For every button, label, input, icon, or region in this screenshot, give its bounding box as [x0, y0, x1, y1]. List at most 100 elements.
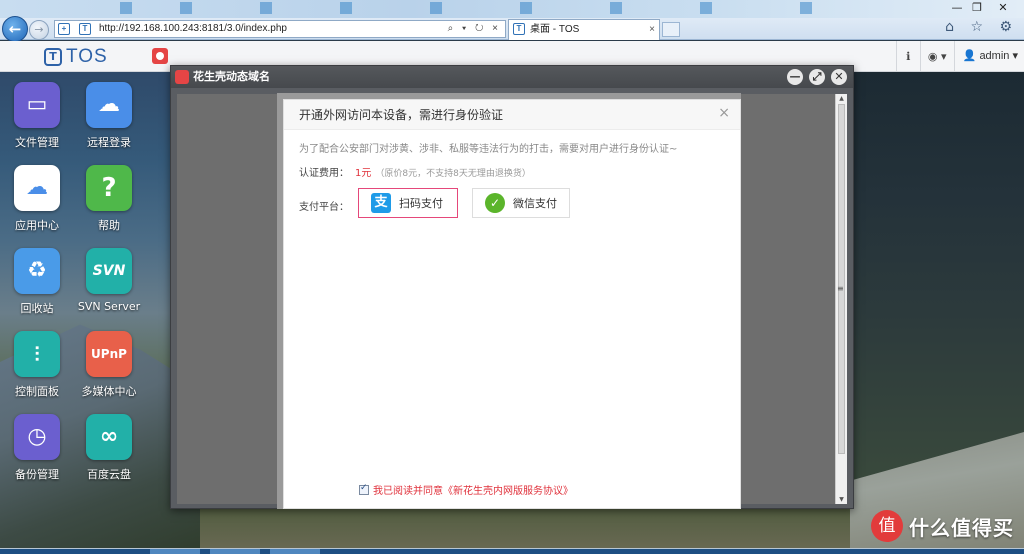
taskbar-app-icon[interactable]: [152, 48, 168, 64]
new-tab-button[interactable]: [662, 22, 680, 37]
desktop-icon-control-panel[interactable]: ⫶ 控制面板: [5, 331, 69, 399]
dialog-header: 开通外网访问本设备，需进行身份验证 ×: [284, 100, 740, 130]
decor-tile: [260, 2, 272, 14]
forward-button[interactable]: →: [29, 20, 49, 40]
desktop-icon-media-center[interactable]: UPnP 多媒体中心: [77, 331, 141, 399]
watermark: 什么值得买: [871, 510, 1014, 542]
url-text[interactable]: http://192.168.100.243:8181/3.0/index.ph…: [99, 21, 287, 37]
desktop-icon-baidu-cloud[interactable]: ∞ 百度云盘: [77, 414, 141, 482]
cloud-icon: ☁: [86, 82, 132, 128]
desktop-icon-recycle-bin[interactable]: ♻ 回收站: [5, 248, 69, 316]
desktop-icon-svn-server[interactable]: SVN SVN Server: [77, 248, 141, 313]
desktop-icon-label: 多媒体中心: [81, 385, 137, 398]
app-window-titlebar[interactable]: 花生壳动态域名 — ⤢ ✕: [171, 66, 853, 88]
monitor-icon: ▭: [14, 82, 60, 128]
agreement-row[interactable]: 我已阅读并同意《新花生壳内网版服务协议》: [359, 482, 573, 497]
alipay-icon: 支: [371, 193, 391, 213]
peanuthull-app-icon: [175, 70, 189, 84]
tos-logo-icon: T: [44, 48, 62, 66]
verification-dialog: 开通外网访问本设备，需进行身份验证 × 为了配合公安部门对涉黄、涉非、私服等违法…: [283, 99, 741, 509]
tos-logo[interactable]: T TOS: [44, 46, 108, 68]
tab-close-icon[interactable]: ×: [649, 20, 655, 39]
tab-desktop[interactable]: T 桌面 - TOS ×: [508, 19, 660, 40]
tab-favicon-icon: T: [513, 23, 525, 35]
desktop-icon-label: 百度云盘: [87, 468, 131, 481]
browser-toolbar-icons[interactable]: ⌂ ☆ ⚙: [945, 19, 1018, 35]
scan-pay-button[interactable]: 支 扫码支付: [358, 188, 458, 218]
url-actions-icon[interactable]: ⌕ ▾ ↻ ×: [448, 21, 501, 37]
language-globe-icon[interactable]: ◉ ▾: [919, 41, 954, 72]
desktop-icon-backup[interactable]: ◷ 备份管理: [5, 414, 69, 482]
user-icon: 👤: [962, 50, 977, 62]
fee-row: 认证费用： 1元 （原价8元，不支持8天无理由退换货）: [299, 164, 531, 179]
info-icon[interactable]: ℹ: [895, 41, 920, 72]
scrollbar-thumb[interactable]: [838, 104, 845, 454]
taskbar-item[interactable]: [270, 549, 320, 554]
desktop-icon-remote-login[interactable]: ☁ 远程登录: [77, 82, 141, 150]
help-icon: ?: [86, 165, 132, 211]
address-row: ← → + T http://192.168.100.243:8181/3.0/…: [0, 16, 1024, 42]
clock-icon: ◷: [14, 414, 60, 460]
chevron-down-icon: ▾: [1012, 50, 1018, 62]
user-menu[interactable]: 👤 admin ▾: [953, 41, 1018, 72]
site-favicon-icon: T: [79, 23, 91, 35]
decor-tile: [120, 2, 132, 14]
app-minimize-button[interactable]: —: [787, 69, 803, 85]
wallpaper-trees: [850, 72, 1024, 492]
decor-tile: [180, 2, 192, 14]
svn-icon: SVN: [86, 248, 132, 294]
app-close-button[interactable]: ✕: [831, 69, 847, 85]
scroll-up-icon[interactable]: ▲: [836, 95, 847, 102]
wechat-pay-button[interactable]: ✓ 微信支付: [472, 188, 570, 218]
agreement-text[interactable]: 我已阅读并同意《新花生壳内网版服务协议》: [373, 482, 573, 497]
scroll-down-icon[interactable]: ▼: [836, 496, 847, 503]
decor-tile: [800, 2, 812, 14]
sliders-icon: ⫶: [14, 331, 60, 377]
address-bar[interactable]: + T http://192.168.100.243:8181/3.0/inde…: [54, 20, 506, 38]
desktop-icon-label: 备份管理: [15, 468, 59, 481]
agreement-checkbox[interactable]: [359, 483, 369, 495]
desktop-icon-file-manager[interactable]: ▭ 文件管理: [5, 82, 69, 150]
desktop-icon-label: SVN Server: [77, 300, 141, 313]
taskbar-item[interactable]: [150, 549, 200, 554]
dialog-close-icon[interactable]: ×: [718, 100, 730, 126]
minimize-button[interactable]: —: [950, 1, 964, 15]
watermark-logo-icon: [871, 510, 903, 542]
baidu-icon: ∞: [86, 414, 132, 460]
app-scrollbar[interactable]: ▲ ≡ ▼: [835, 94, 847, 504]
recycle-icon: ♻: [14, 248, 60, 294]
desktop-icon-label: 帮助: [98, 219, 120, 232]
pay-option-label: 扫码支付: [399, 197, 443, 210]
desktop-icon-label: 远程登录: [87, 136, 131, 149]
compat-icon[interactable]: +: [58, 23, 70, 35]
app-maximize-button[interactable]: ⤢: [809, 69, 825, 85]
scroll-grip-icon: ≡: [837, 284, 844, 293]
window-close-button[interactable]: ✕: [996, 1, 1010, 15]
pay-option-label: 微信支付: [513, 197, 557, 210]
taskbar-item[interactable]: [210, 549, 260, 554]
bag-icon: ☁: [14, 165, 60, 211]
fee-price: 1元: [355, 168, 372, 179]
watermark-text: 什么值得买: [909, 515, 1014, 540]
desktop-icon-label: 回收站: [20, 302, 54, 315]
user-name: admin: [979, 50, 1010, 62]
tos-topbar-right: ℹ ◉ ▾ 👤 admin ▾: [895, 41, 1018, 72]
desktop-icon-help[interactable]: ? 帮助: [77, 165, 141, 233]
dialog-title: 开通外网访问本设备，需进行身份验证: [299, 108, 504, 122]
desktop-icon-app-center[interactable]: ☁ 应用中心: [5, 165, 69, 233]
app-window-title: 花生壳动态域名: [193, 70, 270, 83]
pay-platform-label: 支付平台：: [299, 202, 349, 213]
decor-tile: [340, 2, 352, 14]
decor-tile: [430, 2, 442, 14]
desktop-icon-label: 控制面板: [15, 385, 59, 398]
os-taskbar: [0, 549, 1024, 554]
fee-label: 认证费用：: [299, 168, 349, 179]
fee-note: （原价8元，不支持8天无理由退换货）: [375, 169, 531, 179]
decor-tile: [520, 2, 532, 14]
restore-button[interactable]: ❐: [970, 1, 984, 15]
back-button[interactable]: ←: [2, 16, 28, 42]
upnp-icon: UPnP: [86, 331, 132, 377]
tos-logo-text: TOS: [66, 46, 108, 67]
desktop-icon-label: 文件管理: [15, 136, 59, 149]
dialog-description: 为了配合公安部门对涉黄、涉非、私服等违法行为的打击，需要对用户进行身份认证~: [299, 144, 678, 155]
